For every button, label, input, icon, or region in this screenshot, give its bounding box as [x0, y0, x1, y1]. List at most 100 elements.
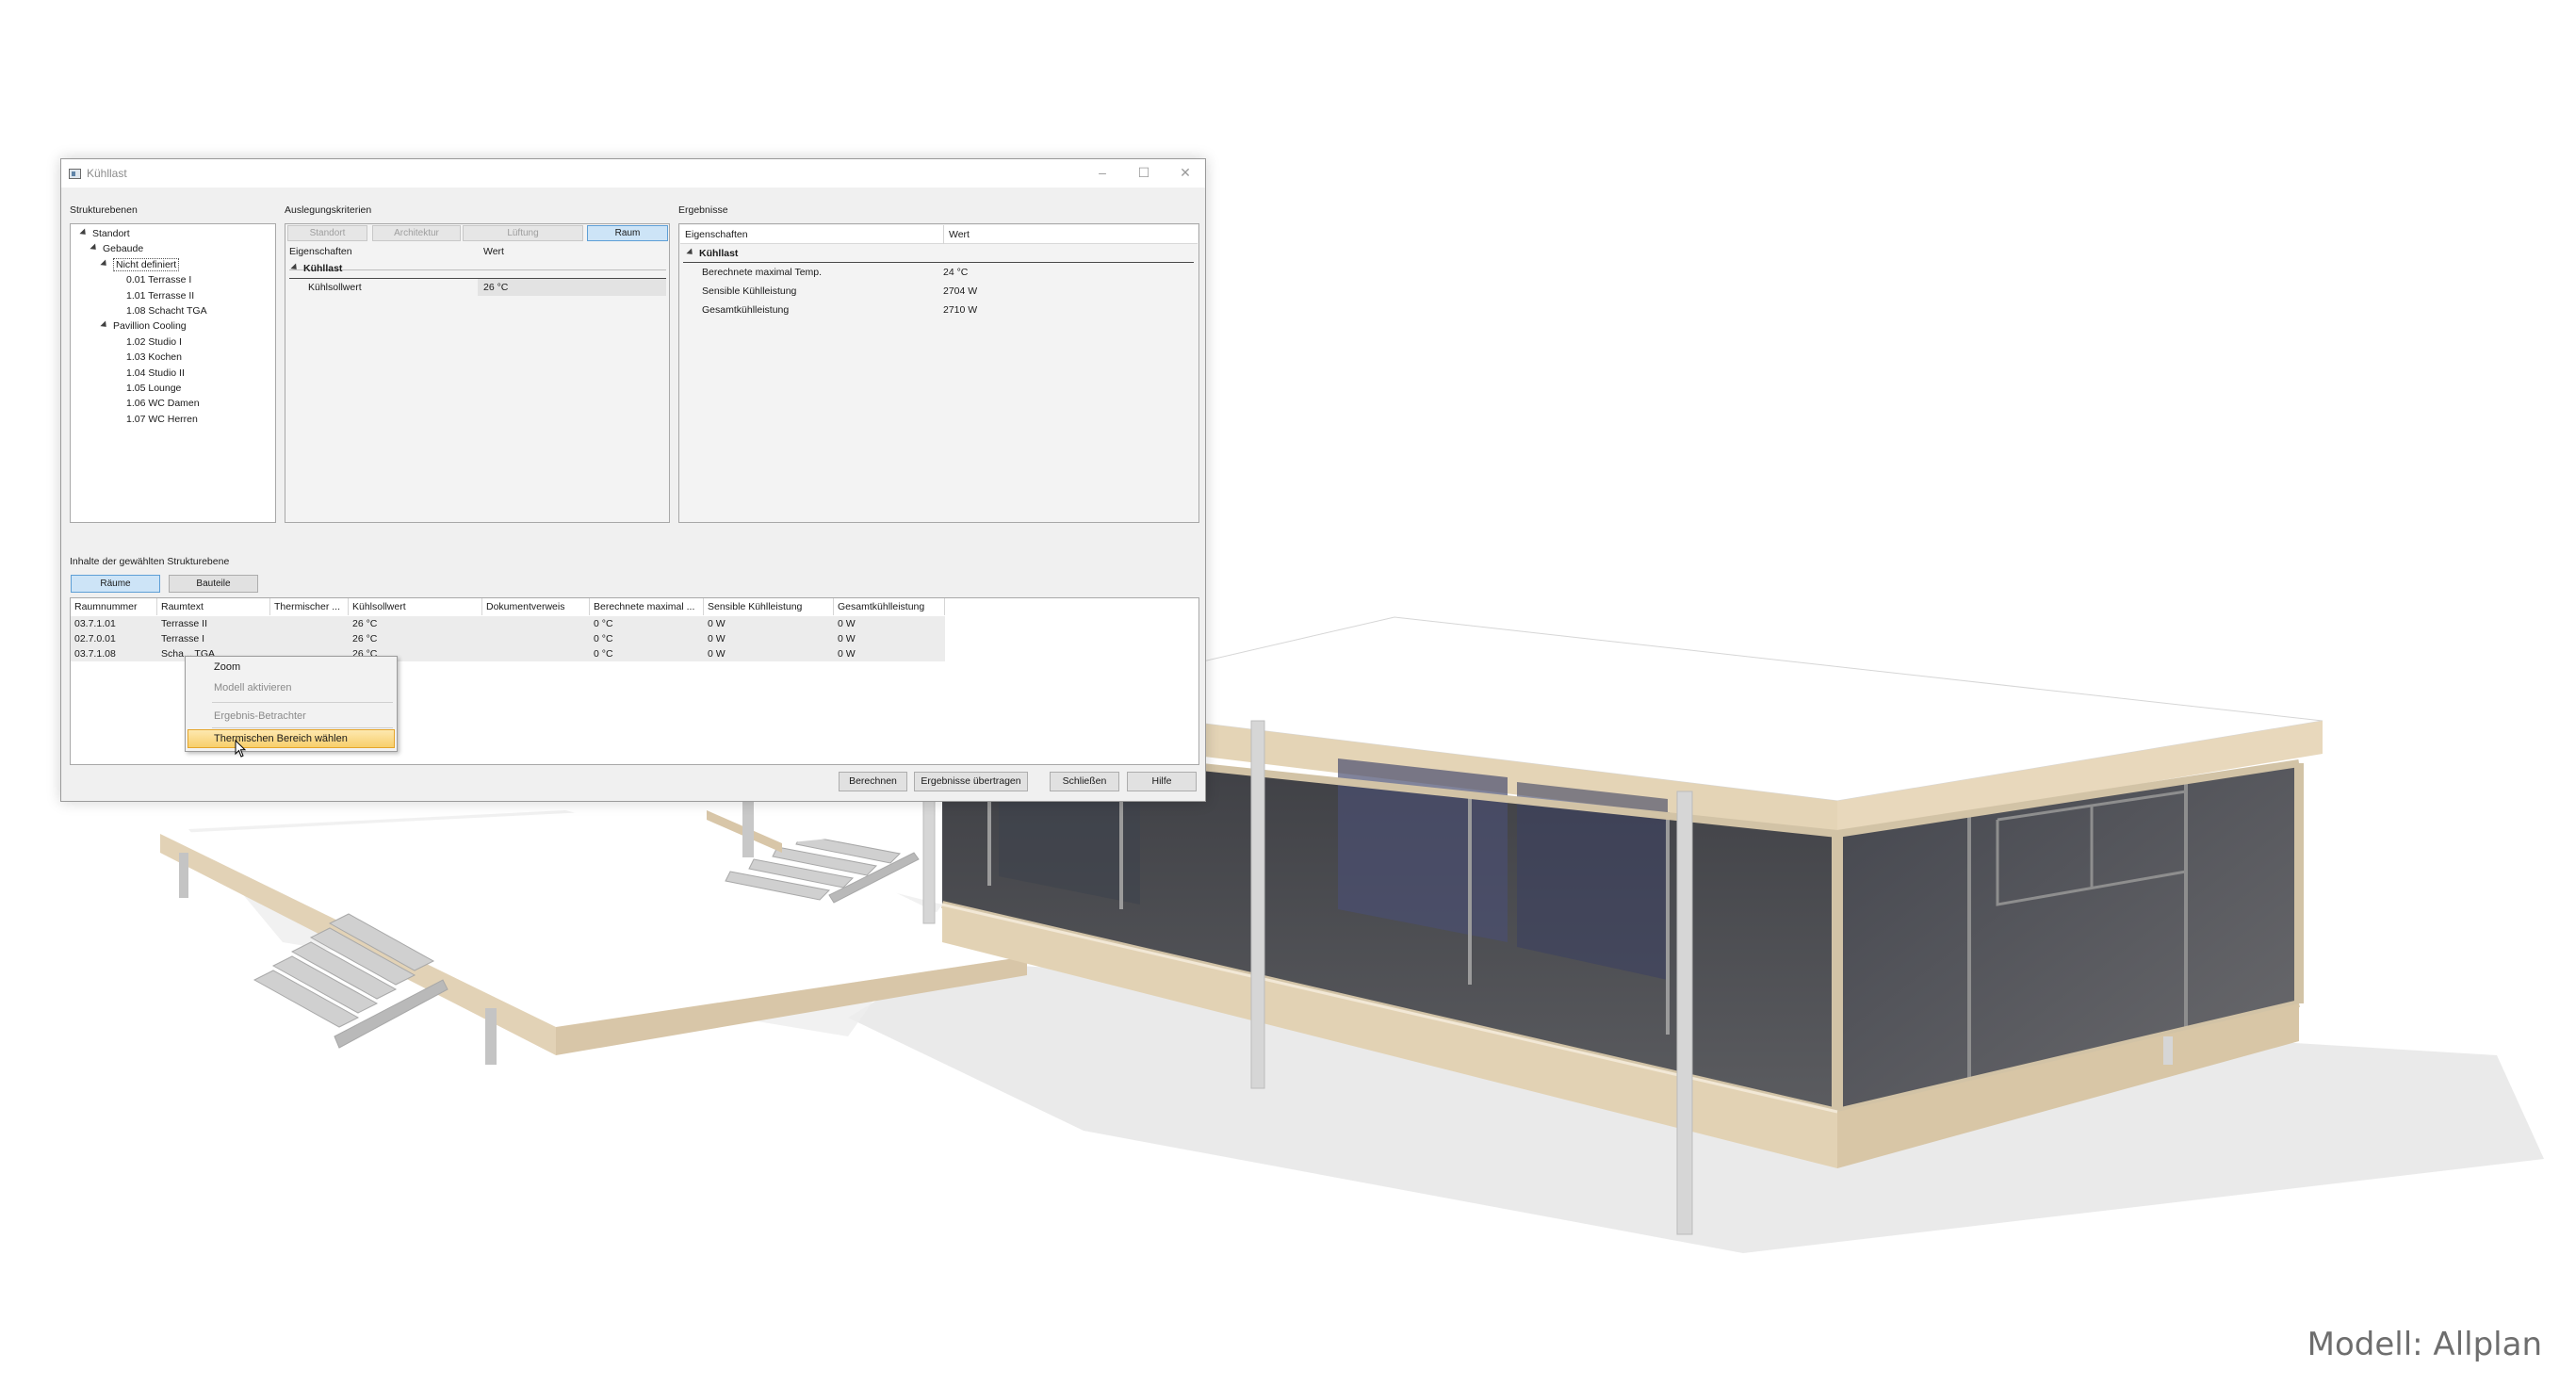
design-criteria-label: Auslegungskriterien	[285, 204, 372, 216]
minimize-icon[interactable]: –	[1090, 163, 1115, 182]
criteria-col-value: Wert	[483, 246, 504, 257]
close-icon[interactable]: ✕	[1173, 163, 1198, 182]
tree-item-label: 1.05 Lounge	[126, 383, 182, 394]
results-category[interactable]: Kühllast	[686, 245, 739, 262]
table-cell: 26 °C	[352, 633, 378, 644]
table-header[interactable]: Gesamtkühlleistung	[834, 598, 945, 615]
tab-standort[interactable]: Standort	[287, 225, 367, 241]
tree-item[interactable]: 1.05 Lounge	[111, 381, 181, 396]
tree-item[interactable]: Gebaude	[90, 241, 143, 256]
results-col-property: Eigenschaften	[685, 229, 748, 240]
maximize-icon[interactable]: ☐	[1132, 163, 1156, 182]
tree-item-label: Gebaude	[103, 243, 144, 255]
table-header[interactable]: Raumnummer	[71, 598, 157, 615]
table-cell: 03.7.1.01	[74, 618, 116, 629]
tab-lueftung[interactable]: Lüftung	[463, 225, 583, 241]
expand-arrow-icon[interactable]	[79, 228, 89, 237]
transfer-results-button[interactable]: Ergebnisse übertragen	[914, 772, 1028, 791]
structure-tree[interactable]: Standort Gebaude Nicht definiert 0.01 Terra…	[70, 223, 276, 523]
mouse-cursor-icon	[235, 740, 247, 758]
window-title: Kühllast	[87, 167, 127, 180]
table-header[interactable]: Berechnete maximal ...	[590, 598, 704, 615]
tree-item-label: 1.06 WC Damen	[126, 398, 200, 410]
model-credit-caption: Modell: Allplan	[2307, 1326, 2542, 1363]
table-cell: 02.7.0.01	[74, 633, 116, 644]
table-header[interactable]: Sensible Kühlleistung	[704, 598, 834, 615]
tree-item-label: 1.03 Kochen	[126, 351, 182, 364]
tree-item[interactable]: 1.04 Studio II	[111, 366, 185, 381]
tab-bauteile[interactable]: Bauteile	[169, 575, 258, 593]
table-cell: Terrasse I	[161, 633, 205, 644]
results-row-name: Sensible Kühlleistung	[702, 285, 797, 297]
table-header[interactable]: Dokumentverweis	[482, 598, 590, 615]
tab-architektur[interactable]: Architektur	[372, 225, 461, 241]
expand-arrow-icon[interactable]	[100, 320, 109, 331]
level-contents-label: Inhalte der gewählten Strukturebene	[70, 556, 230, 567]
terrace-post	[485, 1008, 497, 1065]
table-cell: 03.7.1.08	[74, 648, 116, 660]
menu-item-zoom[interactable]: Zoom	[214, 659, 240, 676]
context-menu: Zoom Modell aktivieren Ergebnis-Betracht…	[185, 656, 398, 758]
results-category-label: Kühllast	[699, 248, 739, 259]
table-header[interactable]: Kühlsollwert	[349, 598, 482, 615]
criteria-row-name: Kühlsollwert	[308, 282, 362, 293]
table-cell: 26 °C	[352, 618, 378, 629]
criteria-category-label: Kühllast	[303, 263, 343, 274]
table-cell: 0 W	[838, 633, 856, 644]
close-button[interactable]: Schließen	[1050, 772, 1119, 791]
tree-item[interactable]: 0.01 Terrasse I	[111, 272, 191, 287]
tree-item-label: Nicht definiert	[113, 257, 180, 271]
criteria-category[interactable]: Kühllast	[290, 260, 343, 277]
column	[2163, 1036, 2173, 1065]
expand-arrow-icon[interactable]	[100, 259, 109, 269]
results-col-value: Wert	[949, 229, 970, 240]
criteria-row-value[interactable]: 26 °C	[478, 279, 666, 296]
terrace-post	[179, 853, 188, 898]
tree-item-label: 1.01 Terrasse II	[126, 289, 195, 302]
table-cell: 0 W	[838, 648, 856, 660]
tree-item-label: 1.08 Schacht TGA	[126, 305, 207, 317]
table-header[interactable]: Thermischer ...	[270, 598, 349, 615]
results-row-value: 24 °C	[943, 267, 969, 278]
help-button[interactable]: Hilfe	[1127, 772, 1197, 791]
tree-item-label: 1.02 Studio I	[126, 335, 182, 348]
results-panel: Eigenschaften Wert Kühllast Berechnete m…	[678, 223, 1199, 523]
results-label: Ergebnisse	[678, 204, 728, 216]
table-cell: 0 W	[708, 633, 726, 644]
calculate-button[interactable]: Berechnen	[839, 772, 907, 791]
table-header[interactable]: Raumtext	[157, 598, 270, 615]
table-cell: 0 W	[708, 648, 726, 660]
tree-item[interactable]: 1.08 Schacht TGA	[111, 303, 207, 318]
tree-item[interactable]: Standort	[79, 226, 130, 241]
menu-item-result-viewer[interactable]: Ergebnis-Betrachter	[214, 708, 306, 725]
tree-item[interactable]: 1.07 WC Herren	[111, 412, 198, 427]
tree-item[interactable]: Pavillion Cooling	[100, 318, 187, 334]
app-icon	[69, 168, 81, 179]
menu-item-activate-model[interactable]: Modell aktivieren	[214, 679, 292, 696]
results-row-value: 2704 W	[943, 285, 978, 297]
criteria-col-property: Eigenschaften	[289, 246, 352, 257]
table-cell: Terrasse II	[161, 618, 208, 629]
structure-levels-label: Strukturebenen	[70, 204, 138, 216]
design-criteria-panel: Standort Architektur Lüftung Raum Eigens…	[285, 223, 670, 523]
collapse-icon[interactable]	[686, 248, 695, 257]
tree-item[interactable]: 1.03 Kochen	[111, 350, 182, 365]
tree-item-label: Pavillion Cooling	[113, 320, 187, 333]
table-cell: 0 W	[708, 618, 726, 629]
tree-item-label: 1.07 WC Herren	[126, 413, 198, 425]
table-cell: 0 °C	[594, 618, 613, 629]
tab-raeume[interactable]: Räume	[71, 575, 160, 593]
results-row-name: Gesamtkühlleistung	[702, 304, 790, 316]
table-cell: 0 °C	[594, 648, 613, 660]
tree-item[interactable]: 1.01 Terrasse II	[111, 288, 194, 303]
collapse-icon[interactable]	[290, 263, 300, 272]
tree-item[interactable]: 1.02 Studio I	[111, 334, 182, 350]
tree-item-label: 1.04 Studio II	[126, 367, 185, 379]
tree-item[interactable]: Nicht definiert	[100, 257, 180, 272]
expand-arrow-icon[interactable]	[90, 243, 99, 253]
title-bar[interactable]: Kühllast – ☐ ✕	[61, 159, 1205, 188]
results-row-value: 2710 W	[943, 304, 978, 316]
tree-item-label: 0.01 Terrasse I	[126, 274, 192, 286]
tab-raum[interactable]: Raum	[587, 225, 668, 241]
tree-item[interactable]: 1.06 WC Damen	[111, 396, 200, 411]
